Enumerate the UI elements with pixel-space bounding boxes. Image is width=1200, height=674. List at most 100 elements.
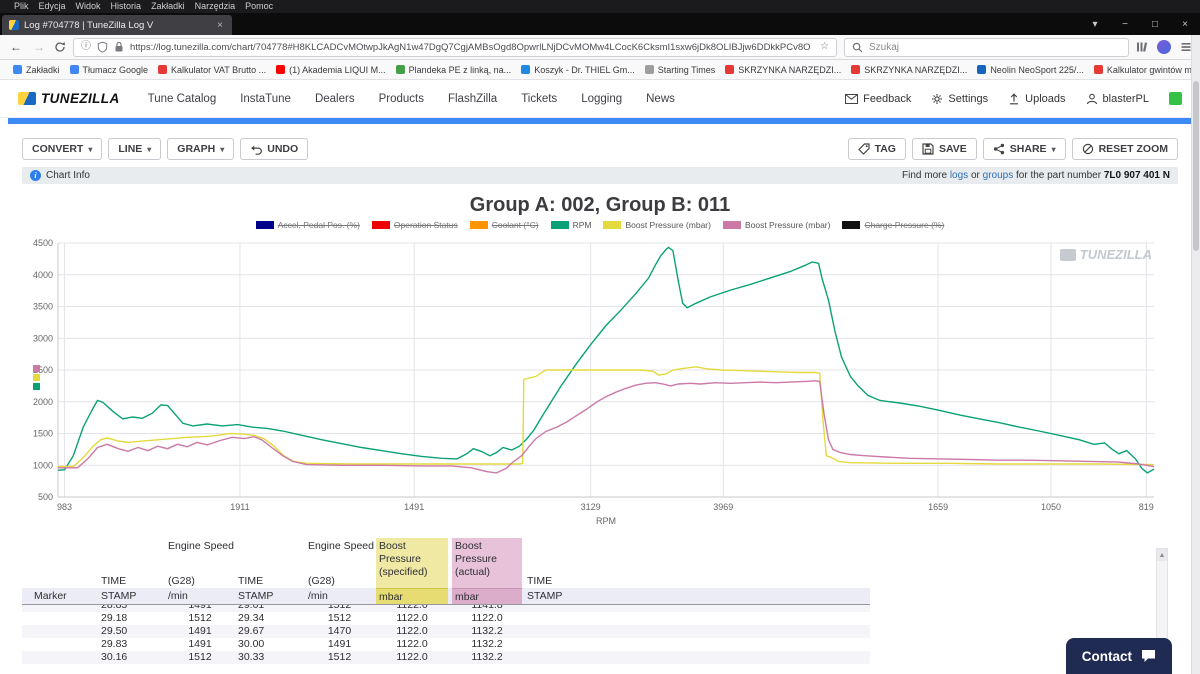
nav-dealers[interactable]: Dealers [315, 93, 355, 105]
page-info-icon[interactable]: ⓘ [81, 42, 91, 52]
library-icon[interactable] [1136, 41, 1148, 53]
bookmark-item[interactable]: SKRZYNKA NARZĘDZI... [846, 65, 972, 75]
browser-tab[interactable]: Log #704778 | TuneZilla Log V × [2, 15, 232, 35]
table-row[interactable]: 29.18 1512 29.34 1512 1122.0 1122.0 [22, 612, 870, 625]
log-chart[interactable]: 50010001500200025003000350040004500983 19… [22, 235, 1178, 535]
legend-chip-icon [842, 221, 861, 229]
table-header-col-7[interactable]: TIME STAMP [524, 538, 594, 604]
tag-button[interactable]: TAG [847, 138, 906, 160]
bookmark-label: (1) Akademia LIQUI M... [289, 64, 386, 75]
nav-news[interactable]: News [646, 93, 675, 105]
scroll-up-icon[interactable]: ▲ [1157, 549, 1167, 561]
account-icon[interactable] [1157, 40, 1171, 54]
window-minimize-icon[interactable]: − [1110, 19, 1140, 30]
bookmark-item[interactable]: (1) Akademia LIQUI M... [271, 65, 391, 75]
save-button[interactable]: SAVE [911, 138, 977, 160]
header-actions: Feedback Settings Uploads blasterPL [845, 92, 1182, 105]
shield-icon[interactable] [97, 41, 108, 53]
menu-zak-adki[interactable]: Zakładki [146, 0, 190, 13]
nav-logging[interactable]: Logging [581, 93, 622, 105]
toolbar-right: TAG SAVE SHARE ▾ RESET ZOOM [847, 138, 1178, 160]
table-header-col-3[interactable]: TIME STAMP [235, 538, 305, 604]
tab-close-icon[interactable]: × [215, 20, 225, 31]
bookmark-item[interactable]: Starting Times [640, 65, 721, 75]
bookmarks-icon [13, 65, 22, 74]
bookmark-favicon-icon [521, 65, 531, 74]
groups-link[interactable]: groups [983, 170, 1014, 181]
back-icon[interactable]: ← [8, 40, 24, 54]
bookmark-item[interactable]: Neolin NeoSport 225/... [972, 65, 1089, 75]
address-bar[interactable]: ⓘ https://log.tunezilla.com/chart/704778… [73, 37, 837, 57]
bookmark-item[interactable]: Kalkulator VAT Brutto ... [153, 65, 271, 75]
legend-item[interactable]: Operation Status [371, 220, 458, 230]
window-maximize-icon[interactable]: □ [1140, 19, 1170, 30]
legend-label: Boost Pressure (mbar) [625, 220, 711, 230]
nav-tickets[interactable]: Tickets [521, 93, 557, 105]
page-scrollbar[interactable] [1191, 35, 1200, 674]
table-row[interactable]: 29.50 1491 29.67 1470 1122.0 1132.2 [22, 625, 870, 638]
menu-edycja[interactable]: Edycja [34, 0, 71, 13]
bookmark-item[interactable]: Kalkulator gwintów m... [1089, 65, 1200, 75]
bookmark-star-icon[interactable]: ☆ [820, 42, 829, 52]
legend-item[interactable]: Boost Pressure (mbar) [722, 220, 830, 230]
table-header-col-5[interactable]: Boost Pressure (specified) mbar [376, 538, 448, 604]
bookmark-item[interactable]: Koszyk - Dr. THIEL Gm... [516, 65, 640, 75]
lock-icon[interactable] [114, 41, 124, 53]
menu-narz-dzia[interactable]: Narzędzia [190, 0, 241, 13]
undo-button[interactable]: UNDO [240, 138, 309, 160]
menu-plik[interactable]: Plik [9, 0, 34, 13]
uploads-button[interactable]: Uploads [1008, 93, 1066, 105]
bookmarks-root[interactable]: Zakładki [8, 65, 65, 75]
url-text[interactable]: https://log.tunezilla.com/chart/704778#H… [130, 42, 814, 53]
bookmark-item[interactable]: SKRZYNKA NARZĘDZI... [720, 65, 846, 75]
nav-instatune[interactable]: InstaTune [240, 93, 291, 105]
svg-text:4500: 4500 [33, 238, 53, 248]
menu-pomoc[interactable]: Pomoc [240, 0, 278, 13]
table-row[interactable]: 28.85 1491 29.01 1512 1122.0 1141.8 [22, 605, 870, 612]
bookmark-item[interactable]: Tłumacz Google [65, 65, 154, 75]
forward-icon[interactable]: → [31, 40, 47, 54]
status-badge[interactable] [1169, 92, 1182, 105]
table-header-col-0[interactable]: Marker [22, 538, 98, 604]
table-row[interactable]: 30.16 1512 30.33 1512 1122.0 1132.2 [22, 651, 870, 664]
chart-info-label[interactable]: Chart Info [46, 170, 90, 181]
search-bar[interactable]: Szukaj [844, 37, 1129, 57]
line-button[interactable]: LINE ▾ [108, 138, 162, 160]
feedback-button[interactable]: Feedback [845, 93, 911, 105]
user-menu[interactable]: blasterPL [1086, 93, 1149, 105]
menu-historia[interactable]: Historia [106, 0, 147, 13]
convert-button[interactable]: CONVERT ▾ [22, 138, 103, 160]
bookmark-item[interactable]: Plandeka PE z linką, na... [391, 65, 517, 75]
legend-item[interactable]: Coolant (°C) [469, 220, 539, 230]
reset-zoom-button[interactable]: RESET ZOOM [1071, 138, 1178, 160]
table-header-col-4[interactable]: Engine Speed (G28) /min [305, 538, 374, 604]
accent-bar [8, 118, 1191, 124]
save-label: SAVE [938, 143, 967, 155]
nav-tune-catalog[interactable]: Tune Catalog [148, 93, 217, 105]
table-cell: 1132.2 [471, 651, 503, 663]
nav-products[interactable]: Products [379, 93, 424, 105]
reload-icon[interactable] [54, 41, 66, 53]
logs-link[interactable]: logs [950, 170, 968, 181]
menu-widok[interactable]: Widok [71, 0, 106, 13]
table-header-col-1[interactable]: TIME STAMP [98, 538, 165, 604]
table-row[interactable]: 29.83 1491 30.00 1491 1122.0 1132.2 [22, 638, 870, 651]
site-nav: Tune Catalog InstaTune Dealers Products Flas… [148, 93, 675, 105]
graph-button[interactable]: GRAPH ▾ [167, 138, 235, 160]
table-header-col-2[interactable]: Engine Speed (G28) /min [165, 538, 235, 604]
tab-bar: Log #704778 | TuneZilla Log V × ▾ − □ × [0, 13, 1200, 35]
nav-flashzilla[interactable]: FlashZilla [448, 93, 497, 105]
scrollbar-thumb[interactable] [1193, 81, 1199, 251]
contact-button[interactable]: Contact [1065, 638, 1172, 674]
share-button[interactable]: SHARE ▾ [982, 138, 1066, 160]
table-header-col-6[interactable]: Boost Pressure (actual) mbar [452, 538, 522, 604]
settings-button[interactable]: Settings [931, 93, 988, 105]
reset-zoom-label: RESET ZOOM [1098, 143, 1168, 155]
legend-item[interactable]: Charge Pressure (%) [842, 220, 944, 230]
site-logo[interactable]: TUNEZILLA [18, 91, 120, 106]
window-close-icon[interactable]: × [1170, 19, 1200, 30]
tab-list-icon[interactable]: ▾ [1080, 19, 1110, 30]
legend-item[interactable]: RPM [550, 220, 591, 230]
legend-item[interactable]: Accel. Pedal Pos. (%) [255, 220, 360, 230]
legend-item[interactable]: Boost Pressure (mbar) [603, 220, 711, 230]
